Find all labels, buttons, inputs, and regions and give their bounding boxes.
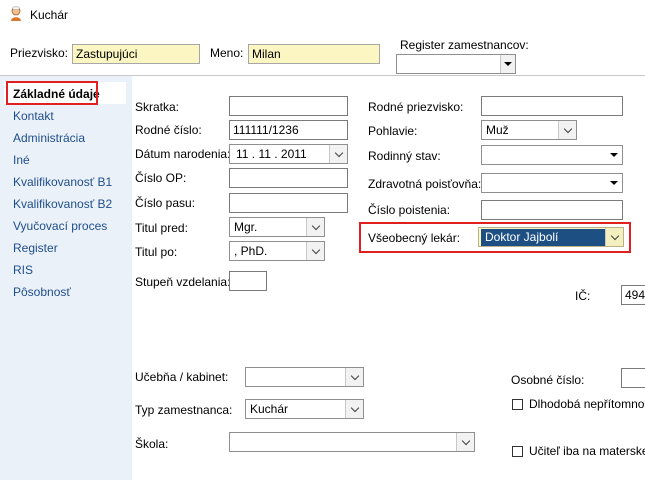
pohlavie-label: Pohlavie:: [368, 124, 418, 138]
rodinny-stav-dropdown-button[interactable]: [605, 146, 622, 164]
register-dropdown-button[interactable]: [500, 55, 515, 73]
skratka-label: Skratka:: [135, 100, 180, 114]
chef-icon: [11, 6, 21, 21]
zdravotna-dropdown-button[interactable]: [605, 174, 622, 192]
chevron-down-icon: [563, 124, 572, 133]
cislo-poistenia-field[interactable]: [481, 200, 623, 220]
vseobecny-lekar-value: Doktor Jajbolí: [481, 229, 607, 246]
chevron-down-icon: [461, 436, 470, 445]
rodne-cislo-field[interactable]: 111111/1236: [229, 120, 348, 140]
sidebar-item-register[interactable]: Register: [13, 241, 58, 255]
chevron-down-icon: [311, 221, 320, 230]
sidebar-item-kvalifikovanost-b1[interactable]: Kvalifikovanosť B1: [13, 175, 112, 189]
zdravotna-poistovna-label: Zdravotná poisťovňa:: [368, 177, 482, 191]
typ-zamestnanca-select[interactable]: Kuchár: [245, 399, 364, 419]
chevron-down-icon: [334, 148, 343, 157]
skola-dropdown-button[interactable]: [456, 433, 474, 451]
chevron-down-icon: [311, 245, 320, 254]
ic-label: IČ:: [575, 289, 591, 303]
ucebna-select[interactable]: [245, 367, 364, 387]
chevron-down-icon: [350, 403, 359, 412]
datum-narodenia-picker[interactable]: 11 . 11 . 2011: [229, 144, 348, 164]
osobne-cislo-field[interactable]: [621, 368, 645, 388]
skratka-field[interactable]: [229, 96, 348, 116]
titul-pred-select[interactable]: Mgr.: [229, 217, 325, 237]
titul-po-select[interactable]: , PhD.: [229, 241, 325, 261]
sidebar-item-vyucovaci-proces[interactable]: Vyučovací proces: [13, 219, 107, 233]
titul-pred-value: Mgr.: [234, 220, 258, 234]
ucebna-label: Učebňa / kabinet:: [135, 370, 229, 384]
sidebar-item-posobnost[interactable]: Pôsobnosť: [13, 285, 71, 299]
cislo-op-label: Číslo OP:: [135, 171, 187, 185]
register-select[interactable]: [396, 54, 516, 74]
dlhodoba-nepritomnost-label: Dlhodobá nepřítomnosť: [529, 397, 645, 411]
titul-po-value: , PhD.: [234, 244, 268, 258]
datum-narodenia-label: Dátum narodenia:: [135, 147, 231, 161]
vseobecny-lekar-select[interactable]: Doktor Jajbolí: [478, 227, 624, 247]
highlight-box-sidebar: [6, 81, 98, 105]
titul-po-dropdown-button[interactable]: [306, 242, 324, 260]
cislo-pasu-label: Číslo pasu:: [135, 196, 196, 210]
pohlavie-value: Muž: [486, 123, 509, 137]
surname-label: Priezvisko:: [10, 46, 69, 60]
skola-select[interactable]: [229, 432, 475, 452]
sidebar-item-ine[interactable]: Iné: [13, 153, 30, 167]
sidebar-item-ris[interactable]: RIS: [13, 263, 33, 277]
rodne-priezvisko-field[interactable]: [481, 96, 623, 116]
lekar-dropdown-button[interactable]: [605, 228, 623, 246]
sidebar-item-kvalifikovanost-b2[interactable]: Kvalifikovanosť B2: [13, 197, 112, 211]
skola-label: Škola:: [135, 437, 169, 451]
register-label: Register zamestnancov:: [400, 38, 529, 52]
ic-field[interactable]: 4949: [621, 285, 645, 305]
rodinny-stav-select[interactable]: [481, 145, 623, 165]
cislo-op-field[interactable]: [229, 168, 348, 188]
dlhodoba-nepritomnost-checkbox[interactable]: [512, 399, 523, 410]
cislo-pasu-field[interactable]: [229, 193, 348, 213]
zdravotna-poistovna-select[interactable]: [481, 173, 623, 193]
title-bar: Kuchár: [0, 0, 645, 30]
osobne-cislo-label: Osobné číslo:: [511, 373, 585, 387]
surname-field[interactable]: Zastupujúci: [72, 44, 200, 64]
ucitel-materska-label: Učiteľ iba na materskej š: [529, 444, 645, 458]
stupen-vzdelania-field[interactable]: [229, 271, 267, 291]
typ-zamestnanca-value: Kuchár: [250, 402, 289, 416]
date-dropdown-button[interactable]: [329, 145, 347, 163]
chevron-down-icon: [609, 181, 618, 185]
window-title: Kuchár: [30, 8, 69, 22]
titul-po-label: Titul po:: [135, 245, 178, 259]
name-label: Meno:: [210, 46, 244, 60]
rodne-cislo-label: Rodné číslo:: [135, 123, 202, 137]
vseobecny-lekar-label: Všeobecný lekár:: [368, 231, 461, 245]
pohlavie-select[interactable]: Muž: [481, 120, 577, 140]
rodne-priezvisko-label: Rodné priezvisko:: [368, 100, 464, 114]
chevron-down-icon: [609, 153, 618, 157]
typ-dropdown-button[interactable]: [345, 400, 363, 418]
chevron-down-icon: [504, 62, 512, 66]
ucitel-materska-checkbox[interactable]: [512, 446, 523, 457]
cislo-poistenia-label: Číslo poistenia:: [368, 203, 451, 217]
typ-zamestnanca-label: Typ zamestnanca:: [135, 403, 233, 417]
datum-narodenia-value: 11 . 11 . 2011: [236, 147, 307, 161]
sidebar-item-kontakt[interactable]: Kontakt: [13, 109, 54, 123]
titul-pred-dropdown-button[interactable]: [306, 218, 324, 236]
rodinny-stav-label: Rodinný stav:: [368, 149, 441, 163]
ucebna-dropdown-button[interactable]: [345, 368, 363, 386]
chevron-down-icon: [350, 371, 359, 380]
chevron-down-icon: [610, 231, 619, 240]
name-field[interactable]: Milan: [248, 44, 380, 64]
titul-pred-label: Titul pred:: [135, 221, 188, 235]
pohlavie-dropdown-button[interactable]: [558, 121, 576, 139]
sidebar-item-administracia[interactable]: Administrácia: [13, 131, 85, 145]
stupen-vzdelania-label: Stupeň vzdelania:: [135, 275, 231, 289]
